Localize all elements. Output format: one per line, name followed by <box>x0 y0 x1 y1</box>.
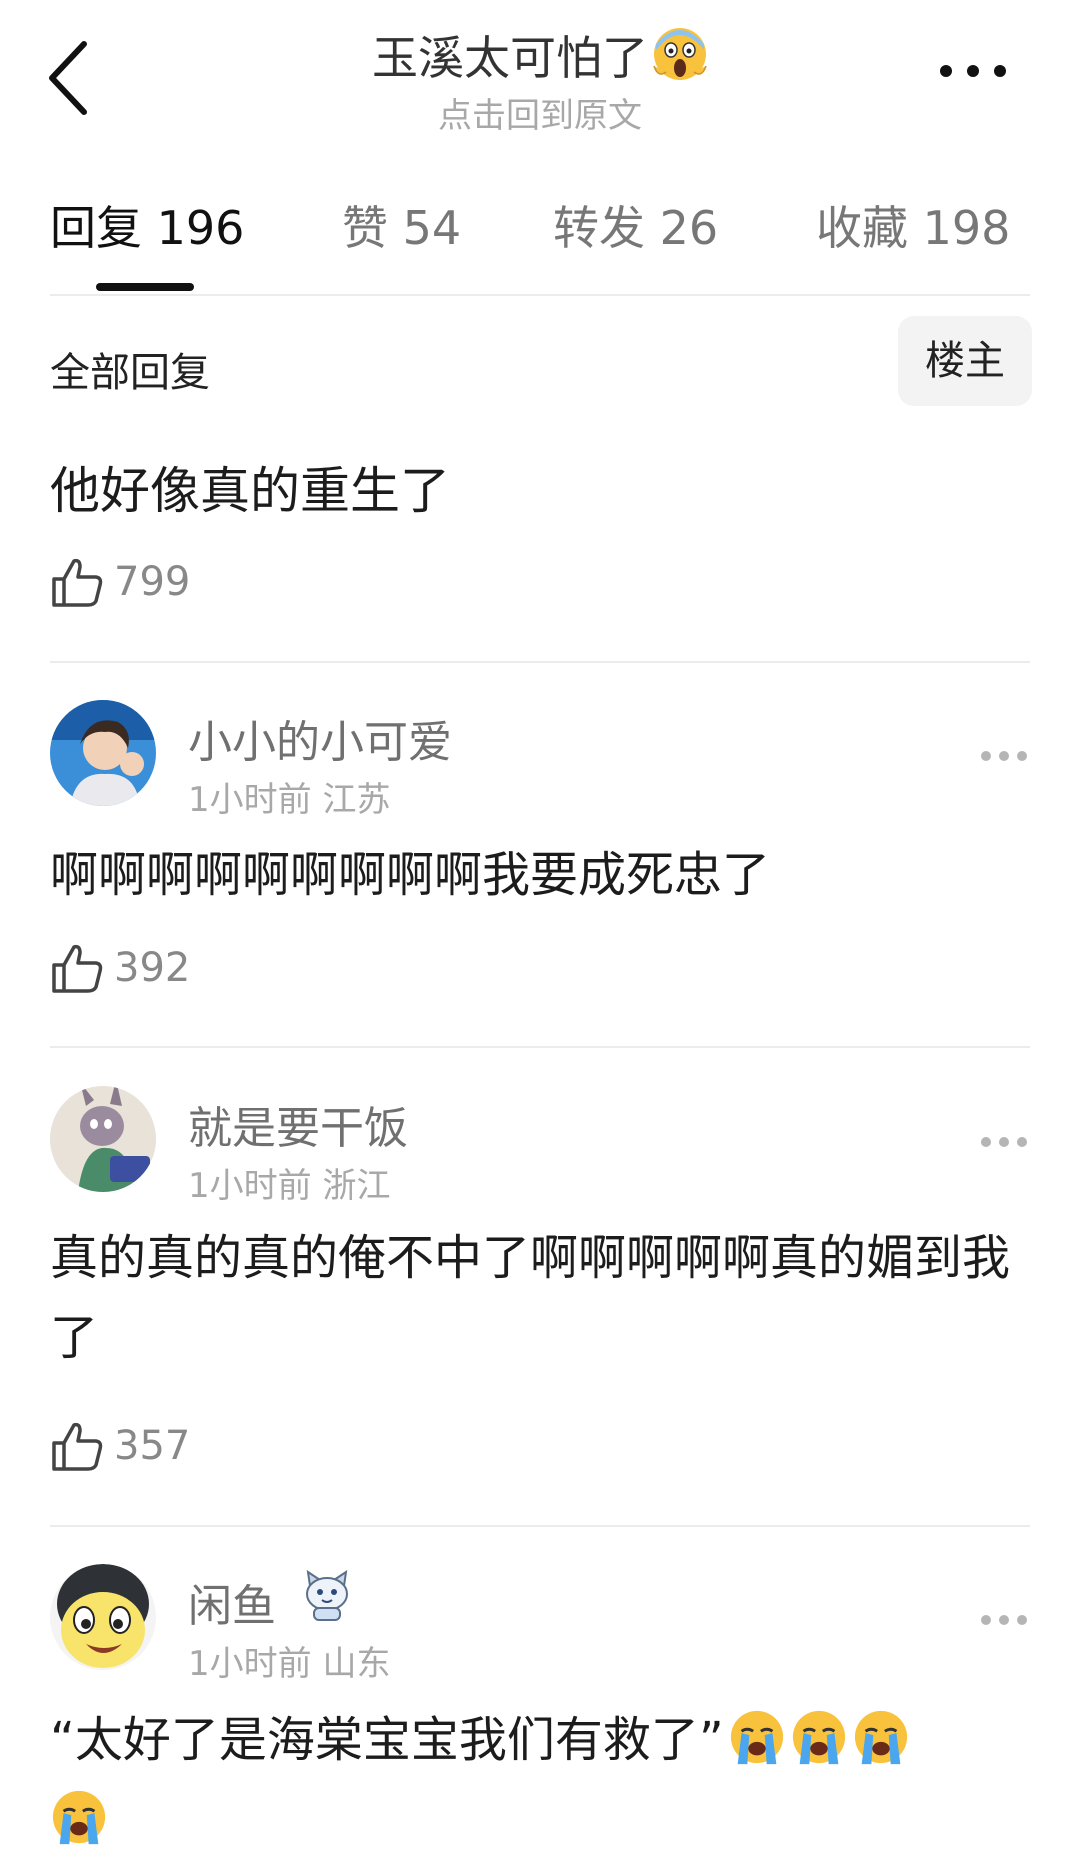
active-tab-indicator <box>96 283 194 291</box>
comment-more-icon[interactable] <box>978 1612 1030 1628</box>
tab-replies[interactable]: 回复 196 <box>50 192 244 258</box>
scream-emoji-icon <box>653 28 707 80</box>
comment-more-icon[interactable] <box>978 748 1030 764</box>
divider <box>50 1525 1030 1527</box>
main-post-text: 他好像真的重生了 <box>50 462 450 520</box>
divider <box>50 1046 1030 1048</box>
like-button[interactable]: 392 <box>50 938 190 998</box>
crying-emoji-icon <box>854 1710 907 1765</box>
crying-emoji-icon <box>792 1710 845 1765</box>
comment-meta: 1小时前 山东 <box>188 1644 391 1684</box>
crying-emoji-icon <box>730 1710 783 1765</box>
thumbs-up-icon <box>52 1422 103 1471</box>
thumbs-up-icon <box>52 944 103 993</box>
comment-username[interactable]: 小小的小可爱 <box>188 706 452 770</box>
op-only-button[interactable]: 楼主 <box>898 316 1032 406</box>
all-replies-label[interactable]: 全部回复 <box>50 340 210 398</box>
divider <box>50 661 1030 663</box>
avatar[interactable] <box>50 700 156 806</box>
comment-meta: 1小时前 浙江 <box>188 1166 391 1206</box>
tab-favorites[interactable]: 收藏 198 <box>816 192 1010 258</box>
tab-reposts[interactable]: 转发 26 <box>553 192 718 258</box>
comment-meta: 1小时前 江苏 <box>188 780 391 820</box>
divider <box>50 294 1030 296</box>
comment-username[interactable]: 闲鱼 <box>188 1570 276 1634</box>
thumbs-up-icon <box>52 558 103 607</box>
cat-badge-icon <box>306 1570 348 1621</box>
comment-text: 啊啊啊啊啊啊啊啊啊我要成死忠了 <box>50 847 771 903</box>
page-title: 玉溪太可怕了 <box>0 22 1080 88</box>
avatar[interactable] <box>50 1086 156 1192</box>
more-options-icon[interactable] <box>935 60 1011 82</box>
crying-emoji-icon <box>52 1790 106 1845</box>
like-button[interactable]: 357 <box>50 1416 190 1476</box>
comment-text: “太好了是海棠宝宝我们有救了” <box>50 1700 1030 1860</box>
comment-text: 真的真的真的俺不中了啊啊啊啊啊真的媚到我了 <box>50 1230 1011 1366</box>
back-to-original-link[interactable]: 点击回到原文 <box>0 88 1080 137</box>
comment-username[interactable]: 就是要干饭 <box>188 1092 408 1156</box>
avatar[interactable] <box>50 1564 156 1670</box>
like-button[interactable]: 799 <box>50 552 190 612</box>
comment-more-icon[interactable] <box>978 1134 1030 1150</box>
tab-likes[interactable]: 赞 54 <box>342 192 461 258</box>
